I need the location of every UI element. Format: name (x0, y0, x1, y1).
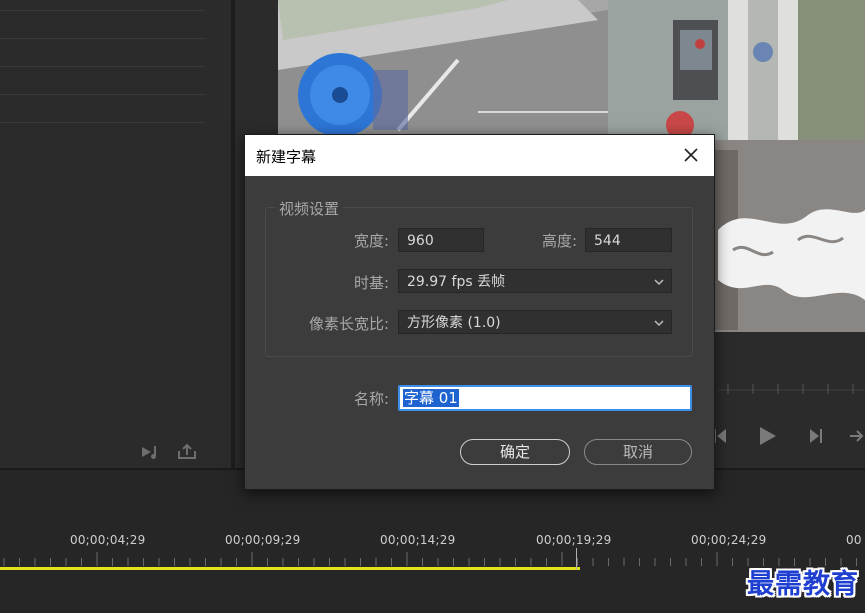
ok-button[interactable]: 确定 (460, 439, 570, 465)
music-note-icon[interactable] (140, 443, 162, 461)
pixel-aspect-value: 方形像素 (1.0) (407, 315, 501, 331)
timecode-label: 00;00;24;29 (691, 533, 767, 547)
time-ruler[interactable] (0, 552, 865, 568)
dialog-title: 新建字幕 (256, 148, 317, 166)
name-input[interactable]: 字幕 01 (398, 385, 692, 411)
timecode-label: 00;00;04;29 (70, 533, 146, 547)
timebase-select[interactable]: 29.97 fps 丢帧 (398, 269, 672, 293)
timecode-label: 00;00;19;29 (536, 533, 612, 547)
close-icon[interactable] (681, 145, 701, 165)
chevron-down-icon (654, 320, 664, 327)
timecode-label: 00 (846, 533, 862, 547)
video-settings-title: 视频设置 (275, 198, 344, 219)
dialog-titlebar[interactable]: 新建字幕 (245, 135, 714, 176)
work-area-bar[interactable] (0, 567, 580, 570)
watermark-logo: 最需教育 (747, 569, 859, 600)
pixel-aspect-label: 像素长宽比: (308, 315, 389, 333)
name-input-value: 字幕 01 (403, 389, 459, 407)
timecode-label: 00;00;09;29 (225, 533, 301, 547)
new-title-dialog: 新建字幕 视频设置 宽度: 960 高度: 544 时基: 29.97 fps … (244, 134, 715, 490)
width-field[interactable]: 960 (398, 228, 484, 252)
insert-icon[interactable] (848, 425, 865, 447)
pixel-aspect-select[interactable]: 方形像素 (1.0) (398, 310, 672, 334)
name-label: 名称: (353, 390, 389, 408)
height-field[interactable]: 544 (585, 228, 672, 252)
project-panel (0, 0, 232, 468)
cancel-button[interactable]: 取消 (584, 439, 692, 465)
width-label: 宽度: (353, 232, 389, 250)
timecode-label: 00;00;14;29 (380, 533, 456, 547)
chevron-down-icon (654, 279, 664, 286)
play-icon[interactable] (756, 425, 778, 447)
export-icon[interactable] (176, 443, 198, 461)
step-forward-icon[interactable] (806, 425, 824, 447)
timebase-value: 29.97 fps 丢帧 (407, 274, 506, 290)
timebase-label: 时基: (353, 274, 389, 292)
playhead[interactable] (576, 548, 577, 570)
height-label: 高度: (541, 232, 577, 250)
